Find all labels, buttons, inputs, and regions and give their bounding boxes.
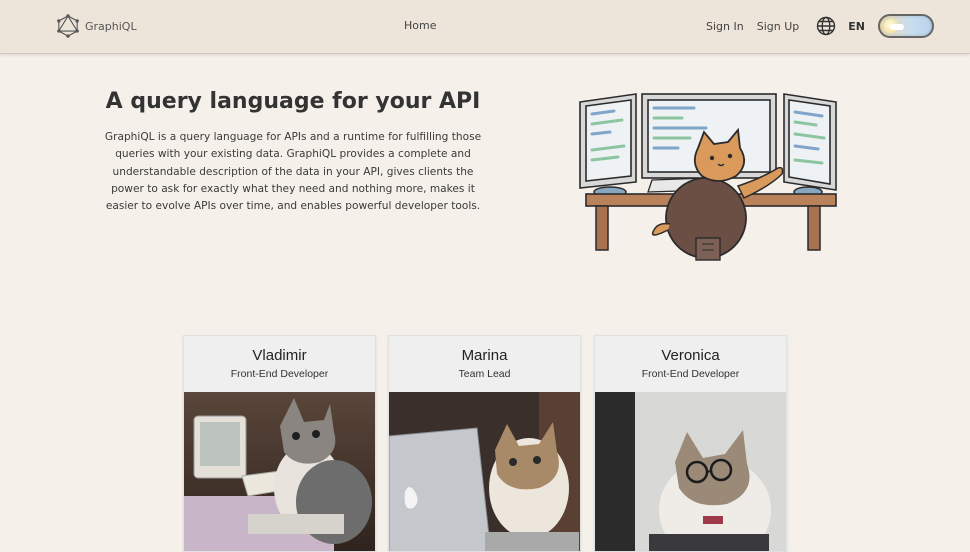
team-card[interactable]: Vladimir Front-End Developer [183,335,376,552]
team-member-role: Front-End Developer [641,368,740,380]
globe-icon[interactable] [816,16,836,36]
cat-computer-photo [184,392,375,551]
team-member-role: Front-End Developer [230,368,329,380]
team-member-name: Vladimir [252,347,307,364]
hero-title: A query language for your API [105,89,481,114]
logo-link[interactable]: GraphiQL [57,14,137,38]
hero-description-line: queries with your existing data. GraphiQ… [115,148,471,161]
team-member-name: Marina [461,347,508,364]
cat-glasses-photo [595,392,786,551]
theme-toggle[interactable] [877,14,934,38]
hero-description-line: GraphiQL is a query language for APIs an… [104,131,482,143]
graphql-logo-icon [57,14,79,38]
language-selector[interactable]: EN [848,20,865,33]
hero-description-line: easier to evolve APIs over time, and ena… [105,200,481,213]
nav-home-link[interactable]: Home [404,19,436,32]
hero-description-line: understandable description of the data i… [112,165,474,178]
hero-description-line: power to ask for exactly what they need … [111,182,475,195]
sign-in-link[interactable]: Sign In [706,20,744,33]
cat-laptop-photo [389,392,580,551]
team-card[interactable]: Veronica Front-End Developer [594,335,787,552]
header-actions: Sign In Sign Up EN [706,14,934,38]
cloud-icon [889,24,904,30]
team-card[interactable]: Marina Team Lead [388,335,581,552]
site-header: GraphiQL Home Sign In Sign Up EN [0,0,970,54]
team-member-name: Veronica [661,347,720,364]
cat-at-desk-illustration [579,93,837,261]
hero-description: GraphiQL is a query language for APIs an… [100,129,486,215]
sign-up-link[interactable]: Sign Up [757,20,800,33]
logo-text: GraphiQL [85,19,137,33]
team-member-role: Team Lead [458,368,511,380]
